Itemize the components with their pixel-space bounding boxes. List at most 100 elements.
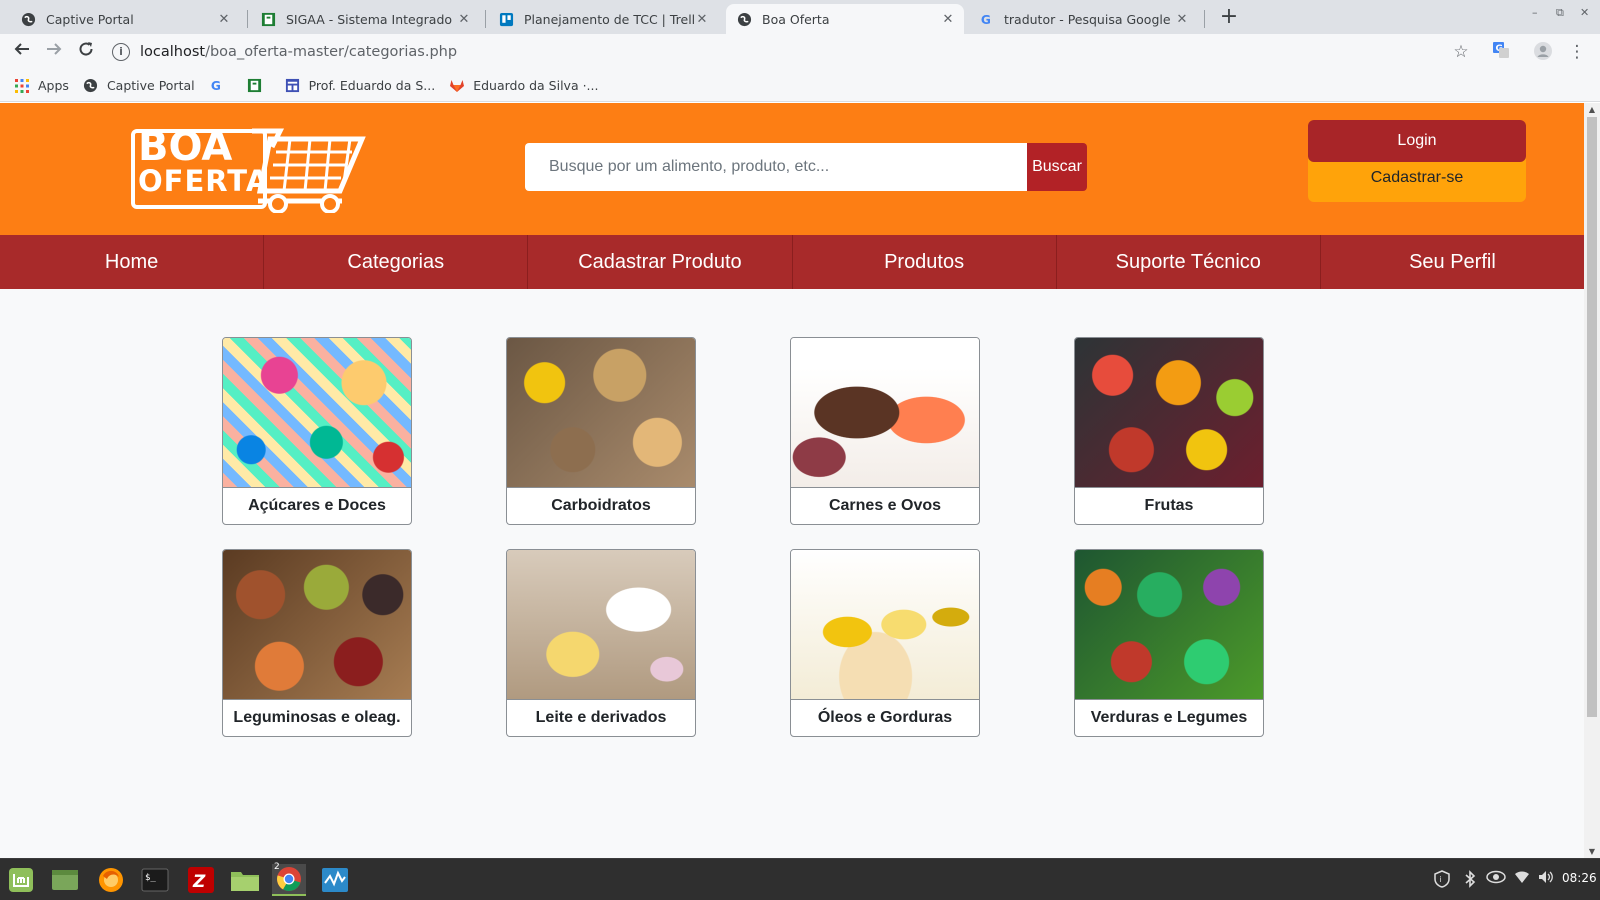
shield-icon[interactable]: i bbox=[1432, 870, 1452, 890]
scroll-down-icon[interactable]: ▼ bbox=[1584, 847, 1600, 856]
site-header: BOA OFERTA Buscar Login Cadastrar-se bbox=[0, 103, 1584, 235]
nav-seu-perfil[interactable]: Seu Perfil bbox=[1321, 235, 1584, 289]
system-monitor-icon[interactable] bbox=[318, 864, 352, 896]
nav-suporte-tecnico[interactable]: Suporte Técnico bbox=[1057, 235, 1321, 289]
system-clock[interactable]: 08:26 bbox=[1562, 871, 1597, 885]
minimize-icon[interactable]: – bbox=[1532, 6, 1538, 19]
close-tab-icon[interactable]: ✕ bbox=[456, 12, 472, 27]
menu-kebab-icon[interactable]: ⋮ bbox=[1566, 41, 1588, 63]
bookmark-star-icon[interactable]: ☆ bbox=[1450, 41, 1472, 63]
bookmark-google[interactable]: G bbox=[209, 78, 233, 94]
tab-boa-oferta[interactable]: Boa Oferta ✕ bbox=[726, 4, 964, 34]
tab-title: Boa Oferta bbox=[762, 11, 830, 27]
page-scrollbar[interactable]: ▲ ▼ bbox=[1584, 103, 1600, 858]
bookmark-label: Apps bbox=[38, 78, 69, 93]
bookmark-label: Prof. Eduardo da S... bbox=[308, 78, 436, 93]
main-navigation: Home Categorias Cadastrar Produto Produt… bbox=[0, 235, 1584, 289]
os-taskbar: $_ Z 2 i 08:26 bbox=[0, 858, 1600, 900]
google-icon: G bbox=[978, 11, 994, 27]
tab-title: tradutor - Pesquisa Google bbox=[1004, 11, 1171, 27]
logo-line-2: OFERTA bbox=[138, 164, 270, 198]
file-manager-icon[interactable] bbox=[228, 864, 262, 896]
category-image bbox=[223, 338, 411, 488]
category-card-leite-derivados[interactable]: Leite e derivados bbox=[506, 549, 696, 737]
wifi-icon[interactable] bbox=[1512, 870, 1532, 890]
bookmark-label: Eduardo da Silva ·... bbox=[473, 78, 599, 93]
close-tab-icon[interactable]: ✕ bbox=[216, 12, 232, 27]
category-card-carnes-ovos[interactable]: Carnes e Ovos bbox=[790, 337, 980, 525]
category-card-verduras-legumes[interactable]: Verduras e Legumes bbox=[1074, 549, 1264, 737]
category-label: Óleos e Gorduras bbox=[817, 709, 953, 726]
show-desktop-icon[interactable] bbox=[48, 864, 82, 896]
login-button[interactable]: Login bbox=[1308, 120, 1526, 162]
volume-icon[interactable] bbox=[1536, 870, 1556, 890]
restore-icon[interactable]: ⧉ bbox=[1556, 6, 1564, 20]
tab-sigaa[interactable]: SIGAA - Sistema Integrado de Gestão ✕ bbox=[250, 4, 480, 34]
url-path: /boa_oferta-master/categorias.php bbox=[205, 44, 458, 60]
window-count-badge: 2 bbox=[274, 862, 280, 872]
terminal-icon[interactable]: $_ bbox=[138, 864, 172, 896]
tab-captive-portal[interactable]: Captive Portal ✕ bbox=[10, 4, 240, 34]
logo-wordmark: BOA OFERTA bbox=[138, 127, 270, 198]
svg-text:G: G bbox=[211, 79, 221, 93]
translate-icon[interactable]: G bbox=[1490, 41, 1512, 63]
gitlab-icon bbox=[449, 78, 465, 94]
auth-box: Login Cadastrar-se bbox=[1308, 120, 1526, 202]
category-image bbox=[1075, 338, 1263, 488]
bluetooth-icon[interactable] bbox=[1460, 870, 1480, 890]
mint-menu-icon[interactable] bbox=[4, 864, 38, 896]
tab-trello[interactable]: Planejamento de TCC | Trello ✕ bbox=[488, 4, 718, 34]
new-tab-button[interactable]: + bbox=[1215, 4, 1243, 32]
close-tab-icon[interactable]: ✕ bbox=[694, 12, 710, 27]
nav-home[interactable]: Home bbox=[0, 235, 265, 289]
bookmark-apps[interactable]: Apps bbox=[14, 78, 69, 94]
reload-icon[interactable] bbox=[74, 40, 98, 64]
bookmark-eduardo-gitlab[interactable]: Eduardo da Silva ·... bbox=[449, 78, 598, 94]
sigaa-icon bbox=[247, 78, 263, 94]
category-card-leguminosas[interactable]: Leguminosas e oleag. bbox=[222, 549, 412, 737]
back-arrow-icon[interactable] bbox=[10, 40, 34, 64]
category-label: Carboidratos bbox=[551, 497, 651, 514]
search-input[interactable] bbox=[525, 143, 1027, 191]
doc-icon bbox=[285, 78, 301, 94]
category-card-oleos-gorduras[interactable]: Óleos e Gorduras bbox=[790, 549, 980, 737]
sigaa-icon bbox=[260, 11, 276, 27]
scroll-up-icon[interactable]: ▲ bbox=[1584, 105, 1600, 114]
close-window-icon[interactable]: ✕ bbox=[1580, 6, 1589, 19]
bookmark-prof-eduardo[interactable]: Prof. Eduardo da S... bbox=[285, 78, 436, 94]
bookmark-sigaa[interactable] bbox=[247, 78, 271, 94]
close-tab-icon[interactable]: ✕ bbox=[940, 12, 956, 27]
close-tab-icon[interactable]: ✕ bbox=[1174, 12, 1190, 27]
chrome-taskbar-icon[interactable]: 2 bbox=[272, 862, 306, 896]
category-label: Leite e derivados bbox=[535, 709, 667, 726]
svg-text:i: i bbox=[1440, 875, 1442, 884]
svg-text:$_: $_ bbox=[145, 873, 156, 883]
tab-separator bbox=[247, 10, 248, 28]
firefox-icon[interactable] bbox=[94, 864, 128, 896]
tab-google-tradutor[interactable]: G tradutor - Pesquisa Google ✕ bbox=[968, 4, 1198, 34]
category-card-acucares-doces[interactable]: Açúcares e Doces bbox=[222, 337, 412, 525]
search-form: Buscar bbox=[525, 143, 1087, 191]
nav-categorias[interactable]: Categorias bbox=[264, 235, 529, 289]
eye-privacy-icon[interactable] bbox=[1486, 870, 1506, 890]
search-button[interactable]: Buscar bbox=[1027, 143, 1087, 191]
tab-title: SIGAA - Sistema Integrado de Gestão bbox=[286, 11, 456, 27]
filezilla-icon[interactable]: Z bbox=[184, 864, 218, 896]
category-card-carboidratos[interactable]: Carboidratos bbox=[506, 337, 696, 525]
bookmark-captive-portal[interactable]: Captive Portal bbox=[83, 78, 195, 94]
web-page: BOA OFERTA Buscar Login Cadastrar-se Hom… bbox=[0, 103, 1584, 858]
category-image bbox=[791, 338, 979, 488]
category-card-frutas[interactable]: Frutas bbox=[1074, 337, 1264, 525]
nav-produtos[interactable]: Produtos bbox=[793, 235, 1057, 289]
nav-cadastrar-produto[interactable]: Cadastrar Produto bbox=[528, 235, 793, 289]
scrollbar-thumb[interactable] bbox=[1587, 117, 1597, 717]
globe-icon bbox=[736, 11, 752, 27]
info-icon[interactable]: i bbox=[112, 43, 130, 61]
boa-oferta-logo[interactable]: BOA OFERTA bbox=[130, 125, 368, 213]
globe-icon bbox=[83, 78, 99, 94]
profile-avatar-icon[interactable] bbox=[1532, 41, 1554, 63]
address-bar[interactable]: i localhost/boa_oferta-master/categorias… bbox=[112, 37, 1482, 67]
tab-title: Captive Portal bbox=[46, 11, 134, 27]
forward-arrow-icon[interactable] bbox=[42, 40, 66, 64]
signup-link[interactable]: Cadastrar-se bbox=[1308, 162, 1526, 194]
